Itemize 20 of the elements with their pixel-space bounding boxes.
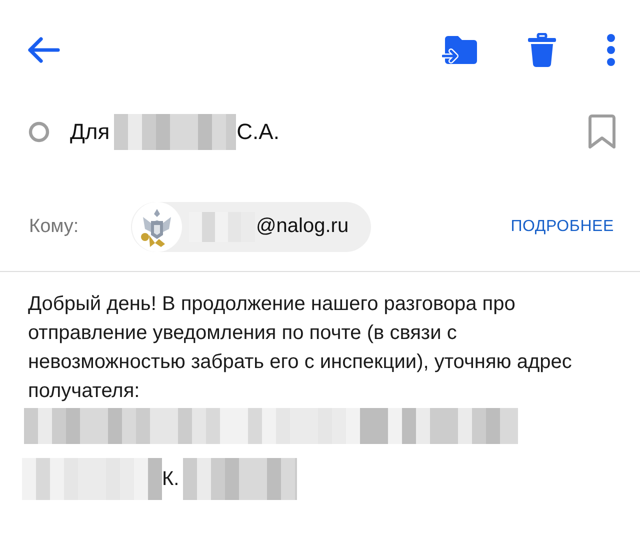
move-to-folder-button[interactable] bbox=[442, 34, 478, 66]
subject-text: С.А. bbox=[236, 119, 280, 145]
message-text: Добрый день! В продолжение нашего разговора про отправление уведомления по почте (в связи с невозможностью забрать его с инспекции), уточняю адрес получателя: bbox=[28, 292, 573, 404]
signature-text: К. bbox=[162, 468, 180, 490]
delete-button[interactable] bbox=[528, 33, 556, 67]
subject-text: Для bbox=[70, 119, 110, 145]
circle-icon bbox=[28, 121, 50, 143]
recipient-chip[interactable]: @nalog.ru bbox=[131, 202, 371, 252]
recipient-label: Кому: bbox=[29, 216, 80, 238]
details-link[interactable]: ПОДРОБНЕЕ bbox=[510, 218, 614, 236]
back-button[interactable] bbox=[26, 36, 60, 64]
bookmark-icon bbox=[588, 114, 616, 150]
folder-arrow-icon bbox=[442, 34, 478, 66]
back-arrow-icon bbox=[26, 36, 60, 64]
recipient-address: @nalog.ru bbox=[256, 215, 349, 238]
more-vertical-icon bbox=[606, 34, 616, 66]
bookmark-button[interactable] bbox=[588, 114, 616, 150]
more-options-button[interactable] bbox=[606, 34, 616, 66]
emblem-icon bbox=[131, 200, 183, 252]
trash-icon bbox=[528, 33, 556, 67]
